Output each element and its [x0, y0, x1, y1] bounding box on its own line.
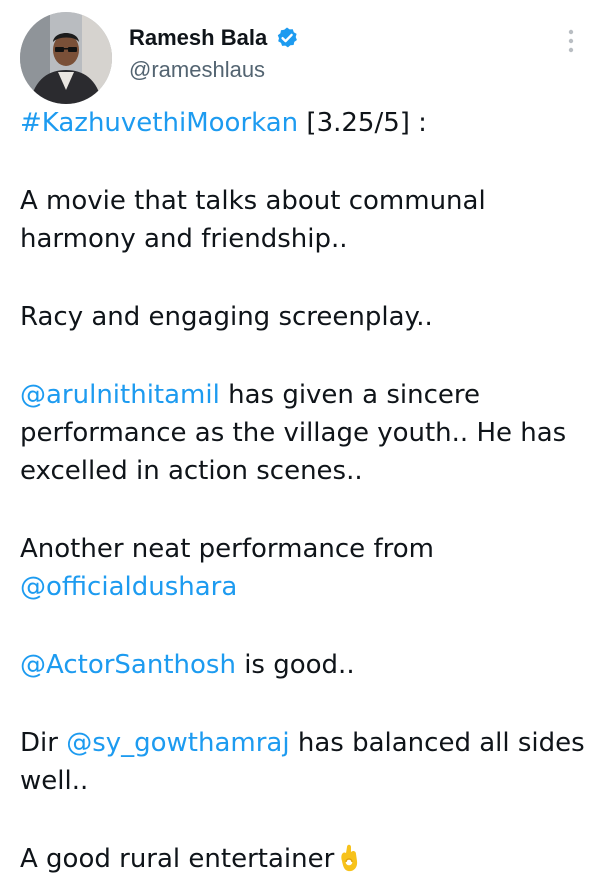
author-name[interactable]: Ramesh Bala [129, 25, 267, 51]
rating-text: [3.25/5] : [298, 108, 427, 138]
ok-hand-emoji-icon [338, 843, 360, 873]
tweet-paragraph-heroine: Another neat performance from @officiald… [20, 530, 590, 606]
tweet-card: Ramesh Bala @rameshlaus #KazhuvethiMoork… [0, 0, 600, 888]
tweet-paragraph-summary: A movie that talks about communal harmon… [20, 186, 486, 254]
tweet-paragraph-support: @ActorSanthosh is good.. [20, 646, 590, 684]
more-vertical-icon[interactable] [562, 26, 580, 56]
tweet-text: #KazhuvethiMoorkan [3.25/5] : A movie th… [20, 104, 590, 888]
mention-link[interactable]: @ActorSanthosh [20, 650, 236, 680]
tweet-paragraph-screenplay: Racy and engaging screenplay.. [20, 302, 433, 332]
tweet-paragraph-verdict: A good rural entertainer [20, 840, 590, 878]
support-text: is good.. [235, 650, 355, 680]
tweet-paragraph-lead: @arulnithitamil has given a sincere perf… [20, 376, 590, 490]
hashtag-link[interactable]: #KazhuvethiMoorkan [20, 108, 298, 138]
verdict-text: A good rural entertainer [20, 844, 335, 874]
director-prefix: Dir [20, 728, 67, 758]
mention-link[interactable]: @officialdushara [20, 572, 237, 602]
tweet-paragraph-rating: #KazhuvethiMoorkan [3.25/5] : [20, 104, 590, 142]
verified-badge-icon [275, 26, 299, 50]
mention-link[interactable]: @arulnithitamil [20, 380, 220, 410]
tweet-header: Ramesh Bala @rameshlaus [16, 12, 586, 104]
heroine-text: Another neat performance from [20, 534, 434, 564]
avatar[interactable] [20, 12, 112, 104]
name-row: Ramesh Bala [129, 25, 299, 51]
author-handle[interactable]: @rameshlaus [129, 57, 265, 83]
mention-link[interactable]: @sy_gowthamraj [66, 728, 289, 758]
tweet-paragraph-director: Dir @sy_gowthamraj has balanced all side… [20, 724, 590, 800]
